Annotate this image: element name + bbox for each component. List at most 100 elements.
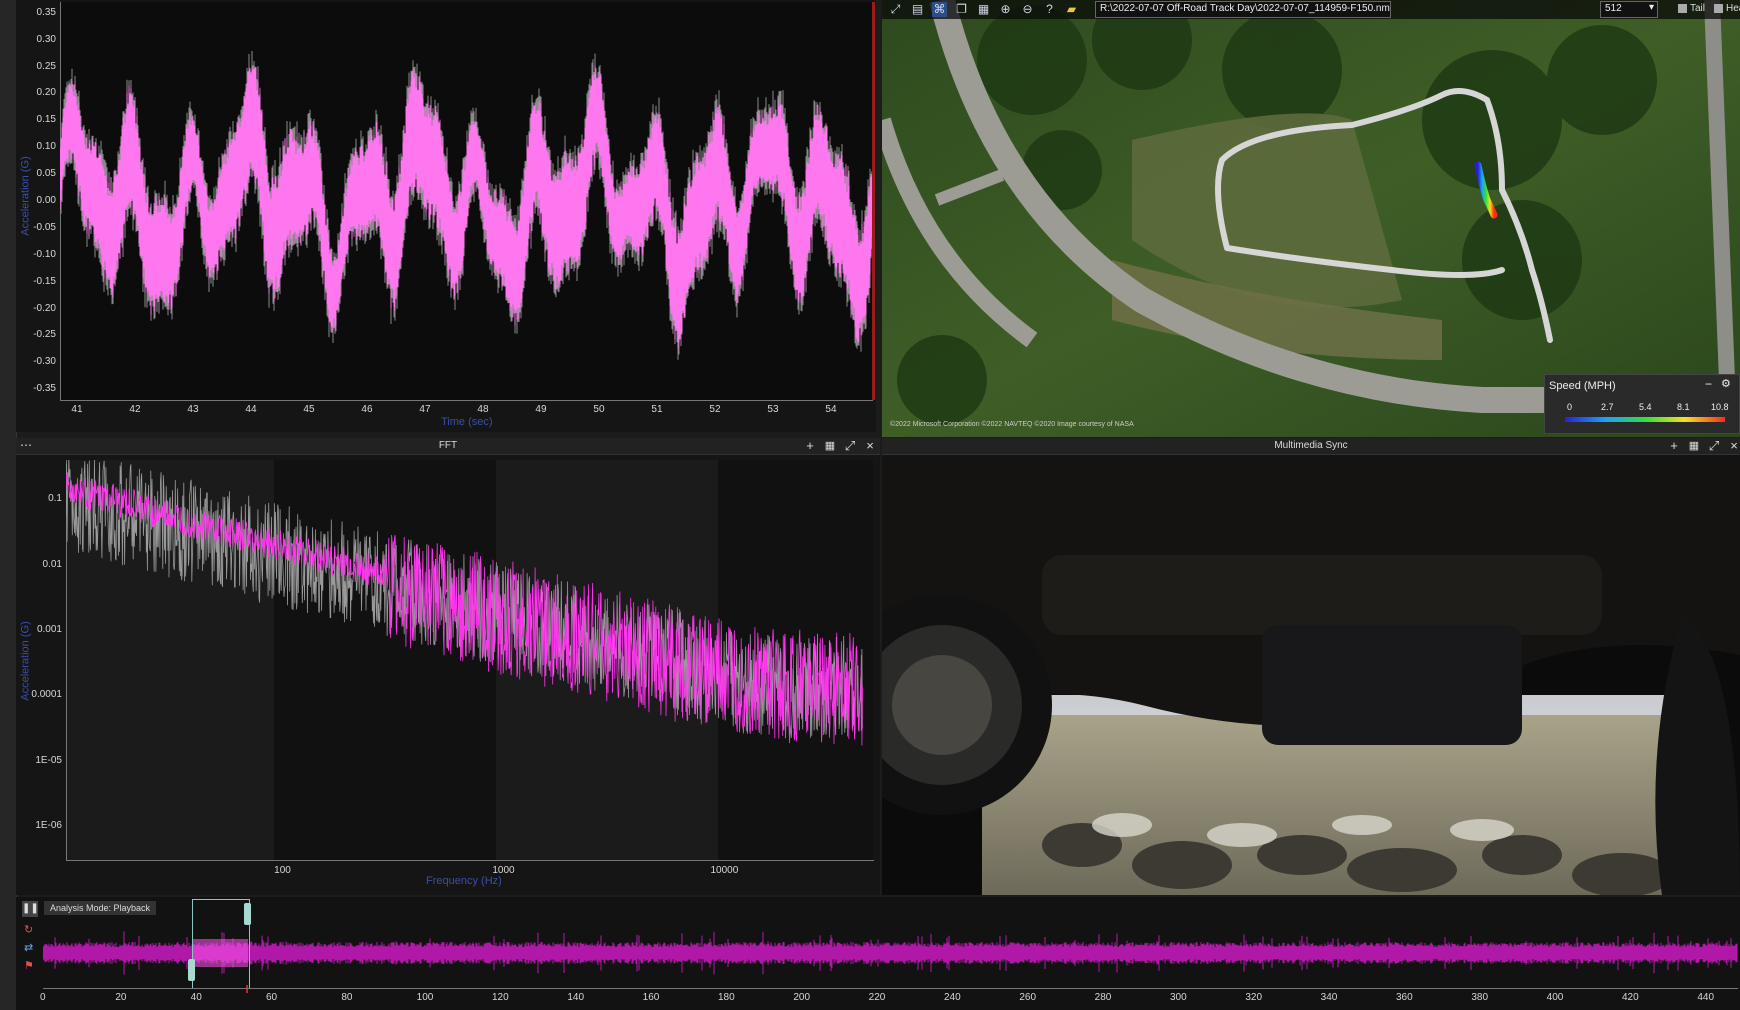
selection-end-handle[interactable] [244,903,251,925]
zoom-select[interactable]: 512 ▾ [1600,1,1658,18]
timeline-x-tick: 320 [1245,992,1263,1003]
timeline-x-tick: 40 [190,992,202,1003]
legend-val-0: 0 [1567,402,1573,412]
time-x-tick: 45 [303,404,315,415]
fft-y-tick: 1E-05 [35,754,62,766]
timeline-x-tick: 160 [642,992,660,1003]
head-checkbox[interactable] [1714,4,1723,13]
multimedia-header: Multimedia Sync + ▦ ⤢ × [882,438,1740,455]
maximize-icon[interactable]: ⤢ [842,438,858,454]
time-y-tick: 0.20 [36,87,56,99]
timeline-x-tick: 220 [868,992,886,1003]
time-series-primary [60,65,872,349]
marker-icon[interactable]: ⚑ [24,959,34,972]
grid-icon[interactable]: ▦ [822,438,838,454]
fft-header: ⋯ FFT + ▦ ⤢ × [16,438,880,455]
time-x-tick: 49 [535,404,547,415]
fft-signal [66,460,863,746]
time-y-tick: -0.10 [33,248,56,260]
timeline-x-tick: 420 [1622,992,1639,1003]
timeline-x-tick: 180 [718,992,735,1003]
timeline-x-tick: 440 [1697,992,1715,1003]
time-y-tick: 0.15 [36,114,56,126]
undercarriage-video-image [882,455,1740,895]
maximize-icon[interactable]: ⤢ [1706,438,1722,454]
zoom-out-icon[interactable]: ⊖ [1020,2,1035,17]
playhead-marker[interactable] [246,985,248,993]
fft-x-tick: 100 [274,865,291,876]
fft-series-secondary [66,460,863,739]
left-sidebar-strip [0,0,17,1010]
nmea-file-path[interactable]: R:\2022-07-07 Off-Road Track Day\2022-07… [1095,1,1391,18]
legend-title: Speed (MPH) [1549,380,1616,392]
time-x-tick: 54 [825,404,837,415]
timeline-panel: ❚❚ ↻ ⇄ ⚑ Analysis Mode: Playback 0 20 40 60… [16,897,1740,1010]
head-label: Head [1726,3,1740,14]
time-x-tick: 51 [651,404,663,415]
timeline-x-tick: 0 [40,992,46,1003]
timeline-x-tick: 120 [492,992,509,1003]
add-icon[interactable]: + [1666,438,1682,454]
copy-icon[interactable]: ❐ [954,2,969,17]
video-frame[interactable] [882,455,1740,895]
speed-gradient-bar [1565,417,1725,422]
fft-x-tick: 10000 [710,865,739,876]
fft-y-tick: 0.01 [42,558,62,570]
map-attribution: ©2022 Microsoft Corporation ©2022 NAVTEQ… [890,421,1134,428]
time-x-tick: 52 [709,404,721,415]
grid-icon[interactable]: ▦ [1686,438,1702,454]
fft-x-axis-label: Frequency (Hz) [426,875,502,887]
timeline-x-tick: 280 [1094,992,1112,1003]
close-icon[interactable]: × [1726,438,1740,454]
selection-window[interactable] [192,899,250,989]
refresh-icon[interactable]: ↻ [24,923,33,936]
timeline-x-tick: 240 [944,992,961,1003]
fft-title: FFT [438,440,458,451]
multimedia-title: Multimedia Sync [1274,440,1348,451]
timeline-x-tick: 260 [1019,992,1037,1003]
export-icon[interactable]: ▦ [976,2,991,17]
timeline-x-tick: 360 [1396,992,1413,1003]
timeline-signal [43,931,1738,975]
timeline-x-tick: 380 [1471,992,1489,1003]
time-x-tick: 44 [245,404,257,415]
pause-icon[interactable]: ❚❚ [22,901,39,917]
time-y-tick: -0.35 [33,383,56,395]
document-icon[interactable]: ▤ [910,2,925,17]
timeline-x-tick: 300 [1170,992,1187,1003]
map-panel[interactable]: ⤢ ▤ ⌘ ❐ ▦ ⊕ ⊖ ? ▰ R:\2022-07-07 Off-Road… [882,0,1740,437]
timeline-x-tick: 80 [341,992,353,1003]
timeline-axis [43,988,1738,989]
time-y-tick: 0.25 [36,60,56,72]
aerial-map-image [882,0,1740,437]
folder-icon[interactable]: ▰ [1064,2,1079,17]
gear-icon[interactable]: ⚙ [1721,377,1731,390]
time-cursor-line[interactable] [872,2,875,400]
timeline-x-tick: 100 [416,992,434,1003]
fft-y-axis-label: Acceleration (G) [19,621,32,701]
timeline-x-tick: 340 [1320,992,1338,1003]
help-icon[interactable]: ? [1042,2,1057,17]
zoom-in-icon[interactable]: ⊕ [998,2,1013,17]
zoom-select-value: 512 [1605,3,1622,14]
expand-icon[interactable]: ⤢ [888,2,903,17]
time-x-axis-label: Time (sec) [441,416,493,428]
time-y-tick: -0.20 [33,302,56,314]
speed-legend: Speed (MPH) − ⚙ 0 2.7 5.4 8.1 10.8 [1544,374,1740,434]
legend-minimize-button[interactable]: − [1705,377,1712,391]
tail-label: Tail [1690,3,1706,14]
loop-icon[interactable]: ⇄ [24,941,33,954]
layers-icon[interactable]: ⌘ [932,2,947,17]
fft-y-tick: 1E-06 [35,819,62,831]
close-icon[interactable]: × [862,438,878,454]
time-y-tick: 0.10 [36,141,56,153]
timeline-x-tick: 60 [266,992,278,1003]
time-plot-signal [60,51,872,360]
add-icon[interactable]: + [802,438,818,454]
time-x-tick: 46 [361,404,373,415]
timeline-x-tick: 20 [115,992,127,1003]
selection-start-handle[interactable] [188,959,195,981]
time-x-tick: 48 [477,404,489,415]
tail-checkbox[interactable] [1678,4,1687,13]
time-y-tick: 0.35 [36,6,56,18]
